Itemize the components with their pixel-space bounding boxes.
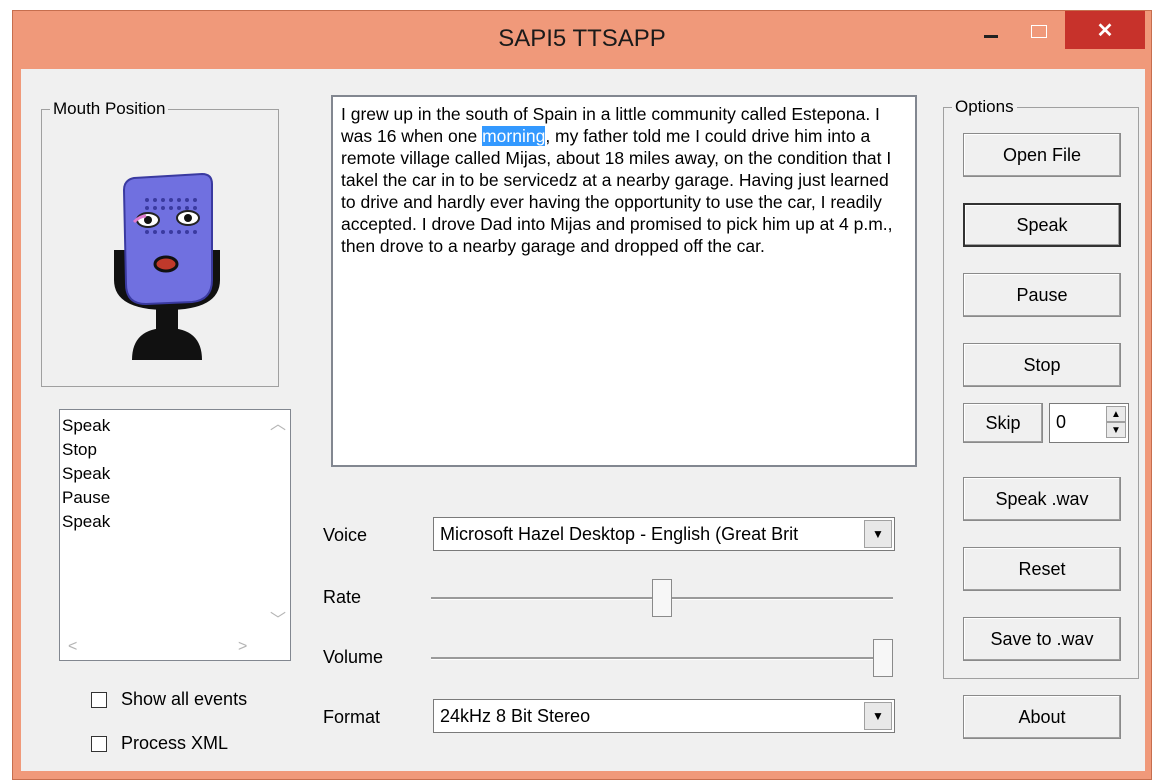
options-label: Options (952, 97, 1017, 117)
checkbox-box[interactable] (91, 735, 107, 752)
maximize-icon (1031, 24, 1047, 38)
app-window: SAPI5 TTSAPP ✕ Mouth Position Speak Stop… (12, 10, 1152, 780)
list-item[interactable]: Pause (62, 486, 110, 510)
chevron-down-icon[interactable]: ▼ (864, 702, 892, 730)
speak-button[interactable]: Speak (963, 203, 1121, 247)
options-group: Options (943, 97, 1139, 679)
minimize-button[interactable] (968, 11, 1014, 51)
voice-label: Voice (323, 525, 368, 545)
stepper-up-icon[interactable]: ▲ (1106, 406, 1126, 422)
format-label: Format (323, 707, 381, 727)
event-list[interactable]: Speak Stop Speak Pause Speak ︿ ﹀ < > (59, 409, 291, 661)
maximize-button[interactable] (1016, 11, 1062, 51)
voice-select[interactable]: Microsoft Hazel Desktop - English (Great… (433, 517, 895, 551)
title-bar[interactable]: SAPI5 TTSAPP ✕ (13, 11, 1151, 69)
list-item[interactable]: Speak (62, 510, 110, 534)
scroll-down-icon[interactable]: ﹀ (270, 606, 286, 630)
format-value: 24kHz 8 Bit Stereo (440, 706, 591, 726)
highlighted-word: morning (482, 126, 546, 146)
volume-slider-track[interactable] (431, 657, 893, 660)
microphone-character-image (114, 172, 220, 360)
show-all-events-checkbox[interactable]: Show all events (91, 689, 247, 710)
close-button[interactable]: ✕ (1065, 11, 1145, 49)
scroll-left-icon[interactable]: < (68, 638, 77, 656)
volume-label: Volume (323, 647, 384, 667)
voice-value: Microsoft Hazel Desktop - English (Great… (440, 524, 799, 544)
mouth-position-label: Mouth Position (50, 99, 169, 119)
list-item[interactable]: Speak (62, 414, 110, 438)
rate-label: Rate (323, 587, 362, 607)
checkbox-box[interactable] (91, 691, 107, 708)
minimize-icon (984, 34, 998, 38)
pause-button[interactable]: Pause (963, 273, 1121, 317)
vertical-scrollbar[interactable]: ︿ ﹀ (264, 410, 290, 636)
skip-count-stepper[interactable]: 0 ▲ ▼ (1049, 403, 1129, 443)
scroll-right-icon[interactable]: > (238, 638, 247, 656)
open-file-button[interactable]: Open File (963, 133, 1121, 177)
show-all-events-label: Show all events (121, 689, 248, 709)
process-xml-label: Process XML (121, 733, 229, 753)
skip-button[interactable]: Skip (963, 403, 1043, 443)
save-to-wav-button[interactable]: Save to .wav (963, 617, 1121, 661)
skip-count-value[interactable]: 0 (1056, 412, 1066, 433)
speech-text-area[interactable]: I grew up in the south of Spain in a lit… (331, 95, 917, 467)
event-list-items: Speak Stop Speak Pause Speak (62, 414, 110, 534)
list-item[interactable]: Speak (62, 462, 110, 486)
client-area: Mouth Position Speak Stop Speak Pause Sp… (21, 69, 1145, 771)
mouth-position-group: Mouth Position (41, 99, 279, 387)
close-icon: ✕ (1096, 19, 1114, 42)
scroll-up-icon[interactable]: ︿ (270, 410, 286, 434)
horizontal-scrollbar[interactable]: < > (60, 636, 284, 660)
chevron-down-icon[interactable]: ▼ (864, 520, 892, 548)
stop-button[interactable]: Stop (963, 343, 1121, 387)
volume-slider-thumb[interactable] (873, 639, 893, 677)
about-button[interactable]: About (963, 695, 1121, 739)
reset-button[interactable]: Reset (963, 547, 1121, 591)
process-xml-checkbox[interactable]: Process XML (91, 733, 228, 754)
list-item[interactable]: Stop (62, 438, 110, 462)
rate-slider-thumb[interactable] (652, 579, 672, 617)
format-select[interactable]: 24kHz 8 Bit Stereo ▼ (433, 699, 895, 733)
stepper-down-icon[interactable]: ▼ (1106, 422, 1126, 438)
stepper-controls: ▲ ▼ (1106, 406, 1126, 440)
speak-wav-button[interactable]: Speak .wav (963, 477, 1121, 521)
